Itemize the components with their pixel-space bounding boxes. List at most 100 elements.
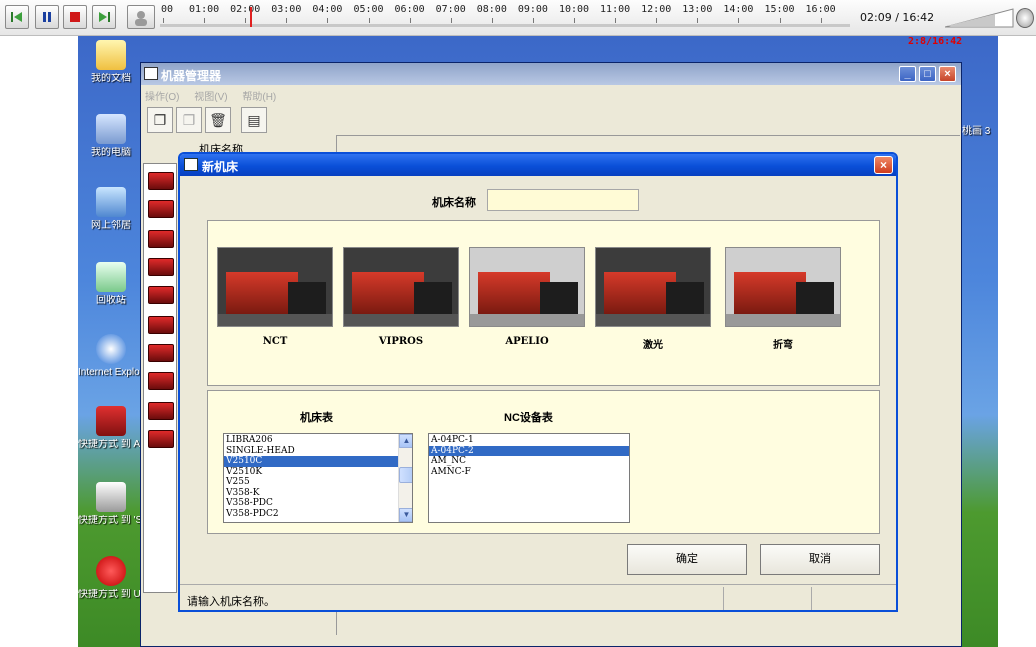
maximize-button[interactable]: □ — [919, 66, 936, 82]
apelio-machine-image[interactable] — [469, 247, 585, 327]
stop-icon — [70, 12, 80, 22]
timeline-tick-mark — [574, 18, 575, 23]
machine-thumbnail-icon[interactable] — [148, 258, 174, 276]
list-item[interactable]: V2510C — [224, 456, 398, 467]
skip-forward-button[interactable] — [92, 5, 116, 29]
webcam-button[interactable] — [127, 5, 155, 29]
dialog-titlebar[interactable]: 新机床 × — [180, 154, 896, 176]
delete-button[interactable]: 🗑 — [205, 107, 231, 133]
timeline-tick-label: 08:00 — [476, 4, 507, 15]
list-item[interactable]: LIBRA206 — [224, 435, 398, 446]
list-item[interactable]: V2510K — [224, 467, 398, 478]
laser-machine-image[interactable] — [595, 247, 711, 327]
menu-operate[interactable]: 操作(O) — [145, 92, 179, 103]
desktop-icon-recycle-bin[interactable]: 回收站 — [78, 262, 144, 306]
timeline-tick-label: 10:00 — [558, 4, 590, 15]
timeline-tick-mark — [286, 18, 288, 23]
network-icon — [96, 187, 126, 217]
machine-table-listbox[interactable]: LIBRA206 SINGLE-HEAD V2510C V2510K V255 … — [223, 433, 413, 523]
main-titlebar[interactable]: 机器管理器 _ □ × — [141, 63, 961, 85]
machine-thumbnail-icon[interactable] — [148, 172, 174, 190]
ok-button[interactable]: 确定 — [627, 544, 747, 575]
machine-thumbnail-icon[interactable] — [148, 200, 174, 218]
volume-knob-icon[interactable] — [1016, 8, 1034, 28]
machine-thumbnail-icon[interactable] — [148, 230, 174, 248]
paste-button[interactable]: ❐ — [176, 107, 202, 133]
machine-type-vipros[interactable]: VIPROS — [343, 247, 459, 347]
list-item[interactable]: V358-PDC2 — [224, 509, 398, 520]
machine-table-scrollbar[interactable]: ▲ ▼ — [398, 434, 412, 522]
timeline-tick-label: 01:00 — [189, 4, 220, 15]
menu-view[interactable]: 视图(V) — [194, 92, 227, 103]
timeline-tick-label: 06:00 — [394, 4, 425, 15]
new-machine-dialog: 新机床 × 机床名称 NCT VIPROS APELIO 激光 折弯 机床表 N… — [178, 152, 898, 612]
press-brake-machine-image[interactable] — [725, 247, 841, 327]
timeline-tick-mark — [368, 18, 370, 23]
status-divider — [723, 587, 724, 610]
volume-slider[interactable] — [945, 8, 1015, 28]
list-item[interactable]: V358-PDC — [224, 498, 398, 509]
nc-table-listbox[interactable]: A-04PC-1 A-04PC-2 AM_NC AMNC-F — [428, 433, 630, 523]
scroll-down-button[interactable]: ▼ — [399, 508, 412, 522]
machine-type-laser[interactable]: 激光 — [595, 247, 711, 351]
desktop-icon-internet-explorer[interactable]: Internet Explorer — [78, 334, 144, 378]
properties-button[interactable]: ▤ — [241, 107, 267, 133]
timeline[interactable]: 00 01:00 02:00 03:00 04:00 05:00 06:00 07:00 08:… — [160, 0, 850, 36]
desktop-icon-my-documents[interactable]: 我的文档 — [78, 40, 144, 84]
nct-machine-image[interactable] — [217, 247, 333, 327]
list-item[interactable]: SINGLE-HEAD — [224, 446, 398, 457]
machine-list[interactable] — [143, 163, 177, 593]
machine-type-press-brake[interactable]: 折弯 — [725, 247, 841, 351]
scroll-up-button[interactable]: ▲ — [399, 434, 412, 448]
desktop-icon-ap100-shortcut[interactable]: 快捷方式 到 AP100 主菜单 — [78, 406, 144, 450]
machine-thumbnail-icon[interactable] — [148, 316, 174, 334]
machine-thumbnail-icon[interactable] — [148, 372, 174, 390]
desktop-icon-network[interactable]: 网上邻居 — [78, 187, 144, 231]
vipros-machine-image[interactable] — [343, 247, 459, 327]
pause-button[interactable] — [35, 5, 59, 29]
machine-list-panel: 机床表 NC设备表 LIBRA206 SINGLE-HEAD V2510C V2… — [207, 390, 880, 534]
recycle-bin-icon — [96, 262, 126, 292]
chevron-down-icon: ▼ — [402, 510, 411, 519]
menu-help[interactable]: 帮助(H) — [242, 92, 276, 103]
machine-thumbnail-icon[interactable] — [148, 430, 174, 448]
desktop-icon-my-computer[interactable]: 我的电脑 — [78, 114, 144, 158]
timeline-tick-label: 13:00 — [682, 4, 713, 15]
list-item[interactable]: V358-K — [224, 488, 398, 499]
list-item[interactable]: AM_NC — [429, 456, 629, 467]
pause-icon — [43, 12, 51, 22]
list-item[interactable]: AMNC-F — [429, 467, 629, 478]
stop-button[interactable] — [63, 5, 87, 29]
drive-icon — [96, 482, 126, 512]
player-bar: 00 01:00 02:00 03:00 04:00 05:00 06:00 07:00 08:… — [0, 0, 1036, 36]
timeline-tick-label: 05:00 — [353, 4, 384, 15]
desktop-icon-partial[interactable]: 桃画 3 — [962, 122, 990, 137]
skip-back-button[interactable] — [5, 5, 29, 29]
playhead[interactable] — [249, 7, 252, 27]
close-button[interactable]: × — [939, 66, 956, 82]
cancel-button[interactable]: 取消 — [760, 544, 880, 575]
machine-type-apelio[interactable]: APELIO — [469, 247, 585, 347]
dialog-close-button[interactable]: × — [874, 156, 893, 174]
machine-name-input[interactable] — [487, 189, 639, 211]
timeline-tick-mark — [820, 18, 822, 23]
machine-thumbnail-icon[interactable] — [148, 286, 174, 304]
machine-thumbnail-icon[interactable] — [148, 344, 174, 362]
minimize-button[interactable]: _ — [899, 66, 916, 82]
timeline-tick-label: 11:00 — [600, 4, 631, 15]
scroll-thumb[interactable] — [399, 467, 412, 483]
machine-thumbnail-icon[interactable] — [148, 402, 174, 420]
machine-type-nct[interactable]: NCT — [217, 247, 333, 347]
skip-back-icon — [11, 12, 22, 22]
skip-forward-icon — [99, 12, 110, 22]
timeline-tick-mark — [327, 18, 329, 23]
timeline-tick-mark — [532, 18, 534, 23]
desktop-icon-unlock-shortcut[interactable]: 快捷方式 到 Unlock — [78, 556, 144, 600]
timeline-track[interactable] — [160, 24, 850, 27]
list-item[interactable]: A-04PC-1 — [429, 435, 629, 446]
list-item[interactable]: V255 — [224, 477, 398, 488]
copy-button[interactable]: ❐ — [147, 107, 173, 133]
list-item[interactable]: A-04PC-2 — [429, 445, 629, 456]
desktop-icon-server-shortcut[interactable]: 快捷方式 到 'Server'... — [78, 482, 144, 526]
timeline-tick-label: 12:00 — [641, 4, 672, 15]
